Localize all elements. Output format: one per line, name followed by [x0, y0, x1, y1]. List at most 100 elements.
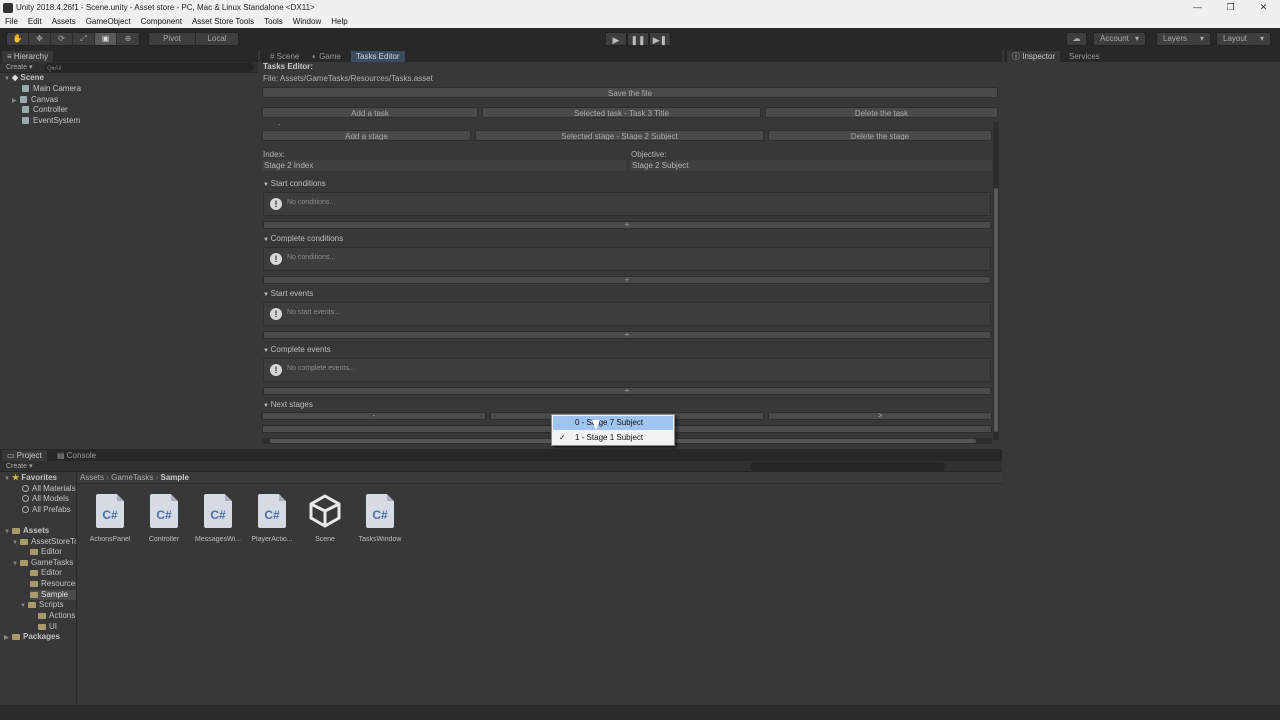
hand-tool-icon[interactable]: ✋	[7, 33, 29, 45]
add-stage-button[interactable]: Add a stage	[262, 130, 471, 141]
folder-item[interactable]: Actions	[38, 611, 76, 621]
vertical-scrollbar[interactable]	[993, 122, 999, 440]
step-button[interactable]: ▶❚	[649, 32, 671, 46]
menu-gameobject[interactable]: GameObject	[81, 17, 136, 26]
complete-conditions-foldout[interactable]: ▼ Complete conditions	[263, 234, 343, 243]
start-events-label: Start events	[270, 289, 314, 298]
rect-tool-icon[interactable]: ▣	[95, 33, 117, 45]
folder-label: AssetStoreTools	[31, 537, 76, 546]
next-stage-button[interactable]: >	[768, 412, 992, 420]
tab-game[interactable]: ◐ Game	[307, 51, 346, 62]
tab-project[interactable]: ▭ Project	[2, 450, 47, 461]
delete-task-button[interactable]: Delete the task	[765, 107, 998, 118]
favorite-item[interactable]: All Materials	[22, 484, 76, 494]
hierarchy-item[interactable]: Controller	[22, 105, 68, 115]
next-stages-foldout[interactable]: ▼ Next stages	[263, 400, 313, 409]
folder-item[interactable]: ▼ Scripts	[20, 600, 76, 611]
asset-messageswindow[interactable]: C# MessagesWi...	[191, 494, 245, 543]
menu-asset-store-tools[interactable]: Asset Store Tools	[187, 17, 259, 26]
hierarchy-panel: ≡ Hierarchy Create ▾ Q▾All ▼ ◆ Scene Main…	[0, 50, 258, 447]
hierarchy-search-input[interactable]: Q▾All	[44, 63, 254, 72]
add-start-event-button[interactable]: +	[263, 331, 991, 339]
expand-arrow-icon: ▼	[4, 476, 10, 482]
index-field[interactable]: Stage 2 Index	[262, 160, 626, 171]
layers-dropdown[interactable]: Layers ▾	[1156, 32, 1211, 46]
remove-next-stage-button[interactable]: -	[262, 412, 486, 420]
star-icon: ★	[12, 473, 22, 482]
maximize-button[interactable]: ❐	[1214, 0, 1247, 15]
hierarchy-item[interactable]: Main Camera	[22, 84, 81, 94]
tab-tasks-editor[interactable]: Tasks Editor	[351, 51, 405, 62]
selected-stage-dropdown[interactable]: Selected stage - Stage 2 Subject	[475, 130, 764, 141]
folder-icon	[38, 624, 46, 630]
asset-playeractions[interactable]: C# PlayerActio...	[245, 494, 299, 543]
add-start-condition-button[interactable]: +	[263, 221, 991, 229]
transform-tool-icon[interactable]: ⊕	[117, 33, 139, 45]
menu-help[interactable]: Help	[326, 17, 352, 26]
breadcrumb-gametasks[interactable]: GameTasks	[111, 473, 153, 482]
asset-taskswindow[interactable]: C# TasksWindow	[353, 494, 407, 543]
account-dropdown[interactable]: Account ▾	[1093, 32, 1146, 46]
local-toggle[interactable]: Local	[196, 33, 238, 45]
objective-field[interactable]: Stage 2 Subject	[630, 160, 992, 171]
start-events-foldout[interactable]: ▼ Start events	[263, 289, 313, 298]
packages-root[interactable]: ▶ Packages	[4, 632, 60, 643]
selected-task-dropdown[interactable]: Selected task - Task 3 Title	[482, 107, 761, 118]
menu-file[interactable]: File	[0, 17, 23, 26]
folder-item[interactable]: Resources	[30, 579, 76, 589]
folder-item-selected[interactable]: Sample	[30, 590, 76, 600]
add-complete-condition-button[interactable]: +	[263, 276, 991, 284]
add-task-button[interactable]: Add a task	[262, 107, 478, 118]
tab-console[interactable]: ▤ Console	[52, 450, 101, 461]
start-conditions-foldout[interactable]: ▼ Start conditions	[263, 179, 326, 188]
favorites-root[interactable]: ▼ ★ Favorites	[4, 473, 57, 484]
tab-inspector[interactable]: ⓘ Inspector	[1007, 51, 1061, 62]
folder-item[interactable]: Editor	[30, 547, 76, 557]
move-tool-icon[interactable]: ✥	[29, 33, 51, 45]
menu-tools[interactable]: Tools	[259, 17, 288, 26]
vertical-scrollbar-thumb[interactable]	[994, 188, 998, 432]
csharp-script-icon: C#	[204, 494, 232, 528]
folder-item[interactable]: UI	[38, 622, 76, 632]
complete-events-foldout[interactable]: ▼ Complete events	[263, 345, 331, 354]
delete-stage-button[interactable]: Delete the stage	[768, 130, 992, 141]
play-button[interactable]: ▶	[605, 32, 627, 46]
asset-controller[interactable]: C# Controller	[137, 494, 191, 543]
tab-scene[interactable]: # Scene	[265, 51, 304, 62]
complete-events-label: Complete events	[270, 345, 331, 354]
pause-button[interactable]: ❚❚	[627, 32, 649, 46]
cloud-icon[interactable]: ☁	[1066, 32, 1087, 46]
scale-tool-icon[interactable]: ⤢	[73, 33, 95, 45]
rotate-tool-icon[interactable]: ⟳	[51, 33, 73, 45]
tab-services[interactable]: Services	[1064, 51, 1105, 62]
popup-option-stage-1[interactable]: ✓ 1 - Stage 1 Subject	[553, 431, 673, 445]
asset-scene[interactable]: Scene	[298, 494, 352, 543]
expand-arrow-icon: ▶	[12, 98, 17, 104]
breadcrumb-sample[interactable]: Sample	[161, 473, 189, 482]
menu-component[interactable]: Component	[136, 17, 187, 26]
create-dropdown[interactable]: Create ▾	[6, 62, 32, 73]
close-button[interactable]: ✕	[1247, 0, 1280, 15]
breadcrumb-assets[interactable]: Assets	[78, 473, 104, 482]
menu-window[interactable]: Window	[288, 17, 326, 26]
asset-actionspanel[interactable]: C# ActionsPanel	[83, 494, 137, 543]
folder-item[interactable]: Editor	[30, 568, 76, 578]
main-toolbar: ✋ ✥ ⟳ ⤢ ▣ ⊕ Pivot Local ▶ ❚❚ ▶❚ ☁ Accoun…	[0, 28, 1280, 50]
expand-arrow-icon: ▼	[12, 561, 18, 567]
scene-root[interactable]: ▼ ◆ Scene	[4, 73, 44, 84]
popup-option-stage-7[interactable]: 0 - Stage 7 Subject	[553, 416, 673, 430]
favorite-item[interactable]: All Models	[22, 494, 76, 504]
hierarchy-item[interactable]: EventSystem	[22, 116, 80, 126]
favorite-item[interactable]: All Prefabs	[22, 505, 76, 515]
project-search-input[interactable]	[750, 462, 945, 471]
project-create-dropdown[interactable]: Create ▾	[6, 461, 32, 472]
add-complete-event-button[interactable]: +	[263, 387, 991, 395]
save-file-button[interactable]: Save the file	[262, 87, 998, 98]
tab-hierarchy[interactable]: ≡ Hierarchy	[2, 51, 54, 62]
menu-edit[interactable]: Edit	[23, 17, 47, 26]
minimize-button[interactable]: —	[1181, 0, 1214, 15]
assets-root[interactable]: ▼ Assets	[4, 526, 49, 537]
pivot-toggle[interactable]: Pivot	[149, 33, 196, 45]
menu-assets[interactable]: Assets	[47, 17, 81, 26]
layout-dropdown[interactable]: Layout ▾	[1216, 32, 1271, 46]
